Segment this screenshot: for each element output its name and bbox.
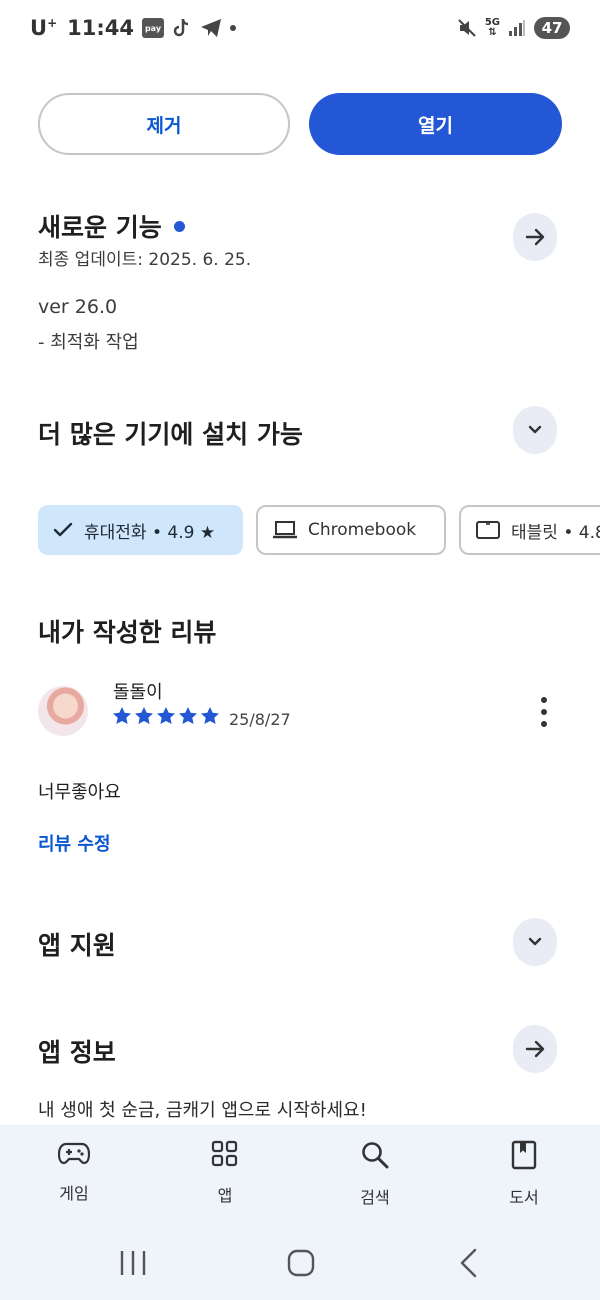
whats-new-title: 새로운 기능 (38, 208, 185, 244)
app-support-expand-button[interactable] (513, 918, 557, 966)
mute-icon (457, 18, 477, 38)
review-date: 25/8/27 (229, 710, 291, 729)
home-icon[interactable] (287, 1249, 315, 1277)
my-review-title: 내가 작성한 리뷰 (38, 618, 217, 647)
pay-icon: pay (141, 18, 164, 38)
device-chip-label: Chromebook (308, 520, 417, 540)
review-text: 너무좋아요 (38, 782, 121, 803)
new-indicator-dot (173, 220, 185, 232)
remove-button[interactable]: 제거 (38, 93, 290, 155)
battery-indicator: 47 (534, 17, 570, 39)
check-icon (53, 522, 73, 537)
more-notifications-icon (229, 25, 236, 31)
star-icon (179, 707, 197, 724)
star-icon (201, 707, 219, 724)
chevron-down-icon (528, 425, 542, 434)
nav-item-games[interactable]: 게임 (29, 1140, 119, 1204)
app-info-title: 앱 정보 (38, 1038, 116, 1067)
more-dot (541, 697, 547, 703)
reviewer-name: 돌돌이 (113, 682, 163, 703)
device-chip-chromebook[interactable]: Chromebook (256, 505, 446, 555)
version-text: ver 26.0 (38, 296, 118, 318)
carrier-label: U+ (30, 16, 58, 40)
open-button[interactable]: 열기 (309, 93, 562, 155)
more-dot (541, 709, 547, 715)
nav-label: 검색 (360, 1188, 390, 1207)
nav-item-search[interactable]: 검색 (330, 1140, 420, 1208)
arrow-right-icon (525, 1040, 545, 1058)
device-chip-tablet[interactable]: 태블릿 • 4.8 (459, 505, 600, 555)
recent-apps-icon[interactable] (108, 1250, 158, 1280)
nav-label: 도서 (509, 1188, 539, 1207)
star-rating (112, 706, 220, 726)
app-info-arrow-button[interactable] (513, 1025, 557, 1073)
tablet-icon (476, 521, 500, 539)
app-support-title: 앱 지원 (38, 931, 116, 960)
book-icon (511, 1140, 537, 1170)
network-5g-icon: 5G ⇅ (484, 17, 500, 38)
edit-review-link[interactable]: 리뷰 수정 (38, 830, 111, 856)
app-info-description: 내 생애 첫 순금, 금캐기 앱으로 시작하세요! (38, 1100, 367, 1121)
release-notes-text: - 최적화 작업 (38, 332, 139, 353)
more-dot (541, 721, 547, 727)
system-navigation-bar (0, 1230, 600, 1300)
device-chip-phone[interactable]: 휴대전화 • 4.9 ★ (38, 505, 243, 555)
nav-label: 게임 (59, 1184, 89, 1203)
nav-item-books[interactable]: 도서 (479, 1140, 569, 1208)
device-chip-label: 태블릿 • 4.8 (511, 522, 600, 543)
chevron-down-icon (528, 937, 542, 946)
last-updated-text: 최종 업데이트: 2025. 6. 25. (38, 250, 252, 270)
laptop-icon (273, 521, 297, 539)
whats-new-title-text: 새로운 기능 (38, 213, 162, 242)
more-devices-title: 더 많은 기기에 설치 가능 (38, 420, 303, 449)
nav-item-apps[interactable]: 앱 (180, 1140, 270, 1206)
status-right: 5G ⇅ 47 (457, 17, 570, 39)
nav-label: 앱 (217, 1186, 233, 1205)
avatar (38, 686, 88, 736)
apps-grid-icon (211, 1140, 238, 1167)
device-chip-label: 휴대전화 • 4.9 ★ (84, 522, 216, 543)
gamepad-icon (58, 1142, 90, 1165)
more-devices-expand-button[interactable] (513, 406, 557, 454)
star-icon (135, 707, 153, 724)
star-icon (113, 707, 131, 724)
status-bar: U+ 11:44 pay 5G ⇅ 47 (0, 0, 600, 56)
search-icon (362, 1142, 389, 1169)
star-icon (157, 707, 175, 724)
tiktok-icon (172, 17, 192, 39)
telegram-icon (200, 18, 222, 38)
signal-icon (508, 19, 526, 37)
status-left: U+ 11:44 pay (30, 16, 236, 40)
clock: 11:44 (67, 16, 134, 40)
arrow-right-icon (525, 228, 545, 246)
review-more-options-button[interactable] (533, 697, 555, 727)
whats-new-arrow-button[interactable] (513, 213, 557, 261)
back-icon[interactable] (460, 1248, 477, 1278)
